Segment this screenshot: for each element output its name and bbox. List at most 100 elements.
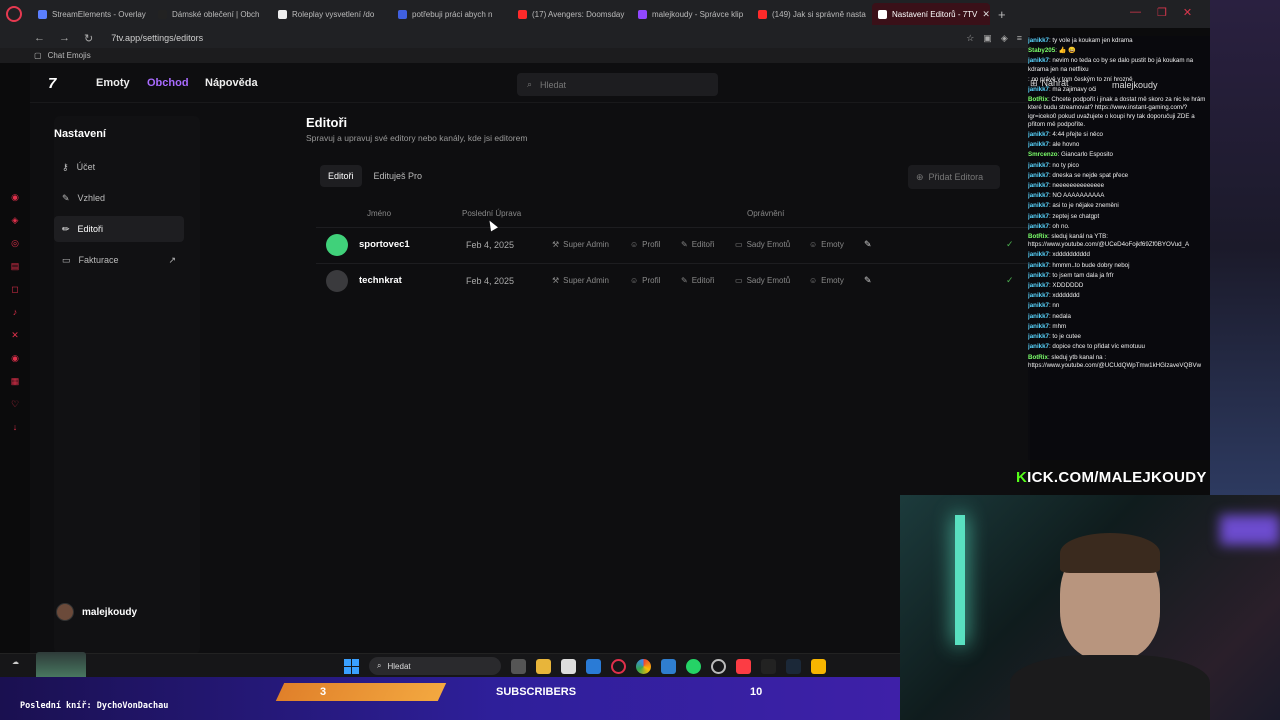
taskbar-search[interactable]: ⌕ Hledat: [369, 657, 501, 675]
chat-username: janikk7: [1028, 171, 1049, 179]
bookmark-icon[interactable]: ☆: [966, 33, 974, 44]
menu-icon[interactable]: ≡: [1017, 33, 1022, 44]
dock-icon[interactable]: ◎: [9, 237, 21, 249]
music-icon[interactable]: [736, 658, 751, 674]
mail-icon[interactable]: [586, 658, 601, 674]
task-view-icon[interactable]: [511, 658, 526, 674]
twitch-icon[interactable]: ▤: [9, 260, 21, 272]
table-row: technkrat Feb 4, 2025 ⚒ Super Admin ☺ Prof…: [316, 263, 1030, 297]
photos-icon[interactable]: [661, 658, 676, 674]
whatsapp-icon[interactable]: [686, 658, 701, 674]
permission-emote-sets[interactable]: ▭ Sady Emotů: [735, 276, 790, 285]
nav-emotes[interactable]: Emoty: [96, 77, 130, 89]
sidebar-item-billing[interactable]: ▭ Fakturace ↗: [54, 247, 184, 273]
nav-help[interactable]: Nápověda: [205, 77, 258, 89]
permission-emote-sets[interactable]: ▭ Sady Emotů: [735, 240, 790, 249]
steam-icon[interactable]: [786, 658, 801, 674]
chat-text: : XDDDDDD: [1048, 282, 1084, 290]
app-icon[interactable]: [761, 658, 776, 674]
file-explorer-icon[interactable]: [536, 658, 551, 674]
check-icon[interactable]: ✓: [1006, 275, 1014, 286]
header-username[interactable]: malejkoudy: [1112, 80, 1158, 90]
store-icon[interactable]: [561, 658, 576, 674]
edit-pencil-icon[interactable]: ✎: [864, 275, 872, 286]
url-field[interactable]: 7tv.app/settings/editors: [111, 33, 203, 43]
x-icon[interactable]: ✕: [9, 329, 21, 341]
permission-label: Editoři: [691, 276, 715, 285]
search-input[interactable]: ⌕ Hledat: [517, 73, 718, 96]
add-editor-button[interactable]: ⊕ Přidat Editora: [908, 165, 1000, 189]
browser-tab[interactable]: (17) Avengers: Doomsday: [512, 3, 630, 25]
upload-button[interactable]: ⊞ Nahrát: [1030, 78, 1069, 89]
browser-tab[interactable]: potřebuji práci abych n: [392, 3, 510, 25]
browser-tab[interactable]: malejkoudy - Správce klip: [632, 3, 750, 25]
chat-message: janikk7: to je cutee: [1028, 332, 1210, 342]
permission-editors[interactable]: ✎ Editoři: [681, 240, 714, 249]
browser-tab[interactable]: StreamElements - Overlay: [32, 3, 150, 25]
tab-editors[interactable]: Editoři: [320, 165, 362, 187]
opera-icon[interactable]: [611, 658, 626, 674]
taskbar-apps: ⌕ Hledat: [344, 657, 826, 675]
instagram-icon[interactable]: ◻: [9, 283, 21, 295]
windows-start-icon[interactable]: [344, 658, 359, 674]
tab-label: Dámské oblečení | Obch: [172, 9, 260, 19]
dock-icon[interactable]: ◉: [9, 352, 21, 364]
last-subscriber: Poslední kníř: DychoVonDachau: [20, 701, 169, 711]
edit-pencil-icon[interactable]: ✎: [864, 239, 872, 250]
permission-profile[interactable]: ☺ Profil: [630, 240, 660, 249]
sub-goal-label: SUBSCRIBERS: [496, 686, 577, 698]
sidebar-item-editors[interactable]: ✏ Editoři: [54, 216, 184, 242]
reload-icon[interactable]: ↻: [84, 32, 93, 45]
forward-icon[interactable]: →: [59, 32, 70, 44]
tab-label: (17) Avengers: Doomsday: [532, 9, 625, 19]
browser-logo-icon[interactable]: [6, 6, 22, 22]
upload-label: Nahrát: [1041, 78, 1069, 88]
editor-date: Feb 4, 2025: [466, 275, 515, 286]
permission-emotes[interactable]: ☺ Emoty: [809, 240, 844, 249]
browser-tab[interactable]: Roleplay vysvetlení /do: [272, 3, 390, 25]
chat-message: janikk7: nn: [1028, 301, 1210, 311]
chat-text: : Chcete podpořit i jinak a dostat mě sk…: [1028, 96, 1206, 128]
bookmark-item[interactable]: Chat Emojis: [48, 51, 91, 60]
permission-profile[interactable]: ☺ Profil: [630, 276, 660, 285]
close-icon[interactable]: ✕: [1183, 6, 1192, 19]
column-permissions: Oprávnění: [747, 209, 785, 218]
editors-header: Editoři Spravuj a upravuj své editory ne…: [306, 115, 527, 143]
download-icon[interactable]: ↓: [9, 421, 21, 433]
dock-icon[interactable]: ◈: [9, 214, 21, 226]
weather-widget[interactable]: ☁: [12, 658, 19, 666]
permission-editors[interactable]: ✎ Editoři: [681, 276, 714, 285]
permission-super-admin[interactable]: ⚒ Super Admin: [552, 240, 609, 249]
browser-tab[interactable]: (149) Jak si správně nasta: [752, 3, 870, 25]
kick-url: ICK.COM/MALEJKOUDY: [1027, 469, 1207, 486]
permission-emotes[interactable]: ☺ Emoty: [809, 276, 844, 285]
upload-icon: ⊞: [1030, 78, 1038, 88]
nav-store[interactable]: Obchod: [147, 77, 189, 89]
chat-message: janikk7: neeeeeeeeeeeeee: [1028, 181, 1210, 191]
sidebar-item-appearance[interactable]: ✎ Vzhled: [54, 185, 184, 211]
seventv-logo[interactable]: 7: [48, 75, 56, 92]
key-icon: ⚷: [62, 161, 69, 172]
tab-editing-for[interactable]: Edituješ Pro: [366, 165, 431, 187]
new-tab-button[interactable]: +: [992, 7, 1012, 22]
back-icon[interactable]: ←: [34, 32, 45, 44]
maximize-icon[interactable]: ❐: [1157, 6, 1167, 19]
tiktok-icon[interactable]: ♪: [9, 306, 21, 318]
dock-icon[interactable]: ◉: [9, 191, 21, 203]
sidebar-item-account[interactable]: ⚷ Účet: [54, 154, 184, 180]
chat-message: janikk7: hmmm..to bude dobry neboj: [1028, 261, 1210, 271]
close-tab-icon[interactable]: ✕: [982, 9, 990, 20]
dock-icon[interactable]: ▦: [9, 375, 21, 387]
minimize-icon[interactable]: —: [1130, 6, 1141, 19]
chrome-icon[interactable]: [636, 658, 651, 674]
heart-icon[interactable]: ♡: [9, 398, 21, 410]
permission-super-admin[interactable]: ⚒ Super Admin: [552, 276, 609, 285]
user-profile[interactable]: malejkoudy: [56, 603, 137, 621]
browser-tab[interactable]: Nastavení Editorů - 7TV ✕: [872, 3, 990, 25]
obs-icon[interactable]: [711, 658, 726, 674]
browser-tab[interactable]: Dámské oblečení | Obch: [152, 3, 270, 25]
shield-icon[interactable]: ◈: [1001, 33, 1008, 44]
rockstar-icon[interactable]: [811, 658, 826, 674]
extension-icon[interactable]: ▣: [983, 33, 992, 44]
check-icon[interactable]: ✓: [1006, 239, 1014, 250]
